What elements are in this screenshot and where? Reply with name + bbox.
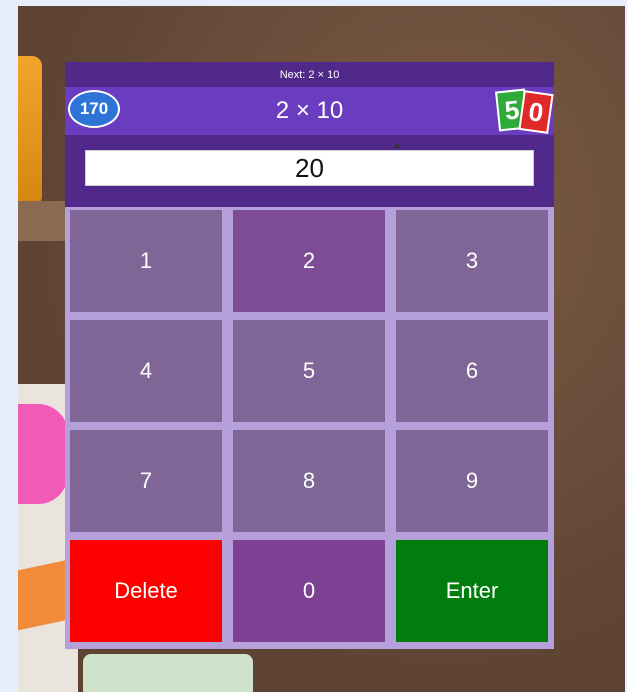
math-keypad-panel: Next: 2 × 10 2 × 10 170 5 0 20 ▲ 1 2 3 4… xyxy=(65,62,554,649)
problem-header: Next: 2 × 10 2 × 10 170 5 0 20 ▲ xyxy=(65,62,554,207)
key-6[interactable]: 6 xyxy=(396,320,548,422)
paint-splash xyxy=(18,404,68,504)
current-problem: 2 × 10 xyxy=(275,97,344,124)
enter-button[interactable]: Enter xyxy=(396,540,548,642)
score-badge: 170 xyxy=(68,90,120,128)
bucket-decoration xyxy=(83,654,253,692)
key-4[interactable]: 4 xyxy=(70,320,222,422)
key-5[interactable]: 5 xyxy=(233,320,385,422)
answer-field[interactable]: 20 xyxy=(85,150,534,186)
key-2[interactable]: 2 xyxy=(233,210,385,312)
key-8[interactable]: 8 xyxy=(233,430,385,532)
mouse-cursor-icon: ▲ xyxy=(392,140,402,151)
logo-card-red: 0 xyxy=(518,90,554,134)
key-0[interactable]: 0 xyxy=(233,540,385,642)
key-3[interactable]: 3 xyxy=(396,210,548,312)
delete-button[interactable]: Delete xyxy=(70,540,222,642)
next-problem-label: Next: 2 × 10 xyxy=(279,69,340,81)
game-logo-icon: 5 0 xyxy=(494,88,554,134)
orange-tool-decoration xyxy=(18,56,42,206)
keypad: 1 2 3 4 5 6 7 8 9 Delete 0 Enter xyxy=(70,210,549,642)
key-9[interactable]: 9 xyxy=(396,430,548,532)
key-1[interactable]: 1 xyxy=(70,210,222,312)
problem-bar: 2 × 10 xyxy=(65,87,554,135)
key-7[interactable]: 7 xyxy=(70,430,222,532)
